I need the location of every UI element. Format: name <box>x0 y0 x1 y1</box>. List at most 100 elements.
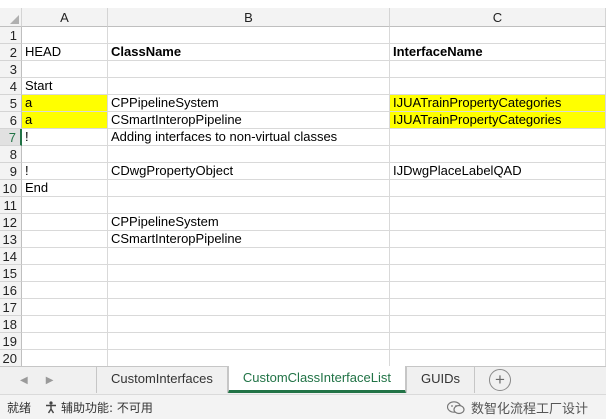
cell[interactable]: a <box>22 95 108 112</box>
cell[interactable] <box>108 350 390 366</box>
cell[interactable] <box>22 333 108 350</box>
cell[interactable]: Start <box>22 78 108 95</box>
cell[interactable] <box>390 27 606 44</box>
row-header[interactable]: 5 <box>0 95 22 112</box>
cell[interactable] <box>108 299 390 316</box>
row-header[interactable]: 10 <box>0 180 22 197</box>
cell[interactable]: IJDwgPlaceLabelQAD <box>390 163 606 180</box>
row-header[interactable]: 20 <box>0 350 22 366</box>
cell[interactable]: a <box>22 112 108 129</box>
cell[interactable] <box>108 180 390 197</box>
cell[interactable] <box>22 299 108 316</box>
accessibility-status[interactable]: 辅助功能: 不可用 <box>61 399 153 416</box>
row-header[interactable]: 12 <box>0 214 22 231</box>
cell[interactable] <box>390 282 606 299</box>
cell[interactable] <box>390 350 606 366</box>
cell[interactable] <box>22 265 108 282</box>
cell[interactable] <box>390 146 606 163</box>
cell[interactable]: CPPipelineSystem <box>108 95 390 112</box>
cell[interactable] <box>22 214 108 231</box>
cell[interactable] <box>108 265 390 282</box>
row-header[interactable]: 17 <box>0 299 22 316</box>
table-row: 20 <box>0 350 606 366</box>
row-header[interactable]: 7 <box>0 129 22 146</box>
cell[interactable]: IJUATrainPropertyCategories <box>390 112 606 129</box>
table-row: 3 <box>0 61 606 78</box>
cell[interactable] <box>22 27 108 44</box>
cell[interactable] <box>108 61 390 78</box>
cell[interactable] <box>22 231 108 248</box>
row-header[interactable]: 13 <box>0 231 22 248</box>
cell[interactable] <box>390 248 606 265</box>
tab-guids[interactable]: GUIDs <box>406 367 475 393</box>
row-header[interactable]: 3 <box>0 61 22 78</box>
cell[interactable] <box>390 214 606 231</box>
cell[interactable] <box>390 231 606 248</box>
row-header[interactable]: 14 <box>0 248 22 265</box>
row-header[interactable]: 6 <box>0 112 22 129</box>
cell[interactable] <box>390 129 606 146</box>
cell[interactable]: CSmartInteropPipeline <box>108 231 390 248</box>
cell[interactable]: ClassName <box>108 44 390 61</box>
cell[interactable]: CPPipelineSystem <box>108 214 390 231</box>
row-header[interactable]: 9 <box>0 163 22 180</box>
watermark: 数智化流程工厂设计 <box>446 395 588 419</box>
cell[interactable] <box>390 197 606 214</box>
cell[interactable] <box>108 282 390 299</box>
table-row: 4 Start <box>0 78 606 95</box>
cell[interactable] <box>390 180 606 197</box>
row-header[interactable]: 19 <box>0 333 22 350</box>
table-row: 6 a CSmartInteropPipeline IJUATrainPrope… <box>0 112 606 129</box>
row-header[interactable]: 4 <box>0 78 22 95</box>
cell[interactable]: IJUATrainPropertyCategories <box>390 95 606 112</box>
cell[interactable] <box>390 316 606 333</box>
cell[interactable] <box>22 61 108 78</box>
cell[interactable] <box>108 146 390 163</box>
cell[interactable] <box>108 248 390 265</box>
cell[interactable]: InterfaceName <box>390 44 606 61</box>
table-row: 16 <box>0 282 606 299</box>
cell[interactable] <box>22 282 108 299</box>
tab-custom-class-interface-list[interactable]: CustomClassInterfaceList <box>227 366 406 393</box>
column-header-b[interactable]: B <box>108 8 390 27</box>
row-header[interactable]: 2 <box>0 44 22 61</box>
row-header[interactable]: 16 <box>0 282 22 299</box>
column-header-c[interactable]: C <box>390 8 606 27</box>
cell[interactable]: ! <box>22 129 108 146</box>
row-header[interactable]: 18 <box>0 316 22 333</box>
cell[interactable] <box>22 316 108 333</box>
row-header[interactable]: 8 <box>0 146 22 163</box>
cell[interactable] <box>390 265 606 282</box>
tab-custom-interfaces[interactable]: CustomInterfaces <box>96 367 228 393</box>
sheet-next-icon[interactable]: ▶ <box>46 375 54 386</box>
cell[interactable]: ! <box>22 163 108 180</box>
status-ready-text: 就绪 <box>7 400 32 415</box>
cell[interactable] <box>22 350 108 366</box>
cell[interactable] <box>22 197 108 214</box>
select-all-button[interactable] <box>0 8 22 27</box>
cell[interactable] <box>22 248 108 265</box>
cell[interactable] <box>390 299 606 316</box>
cell[interactable]: CDwgPropertyObject <box>108 163 390 180</box>
row-header[interactable]: 1 <box>0 27 22 44</box>
cell[interactable]: End <box>22 180 108 197</box>
cell[interactable]: Adding interfaces to non-virtual classes <box>108 129 390 146</box>
accessibility-icon[interactable] <box>44 400 58 414</box>
cell[interactable] <box>22 146 108 163</box>
cell[interactable]: HEAD <box>22 44 108 61</box>
row-header[interactable]: 11 <box>0 197 22 214</box>
grid-rows: 1 2 HEAD ClassName InterfaceName 3 4 Sta… <box>0 27 606 366</box>
cell[interactable] <box>108 197 390 214</box>
cell[interactable] <box>108 78 390 95</box>
add-sheet-icon[interactable]: + <box>489 369 511 391</box>
column-header-a[interactable]: A <box>22 8 108 27</box>
cell[interactable] <box>390 78 606 95</box>
cell[interactable] <box>390 333 606 350</box>
cell[interactable] <box>108 316 390 333</box>
cell[interactable]: CSmartInteropPipeline <box>108 112 390 129</box>
cell[interactable] <box>390 61 606 78</box>
sheet-prev-icon[interactable]: ◀ <box>20 375 28 386</box>
row-header[interactable]: 15 <box>0 265 22 282</box>
cell[interactable] <box>108 333 390 350</box>
cell[interactable] <box>108 27 390 44</box>
